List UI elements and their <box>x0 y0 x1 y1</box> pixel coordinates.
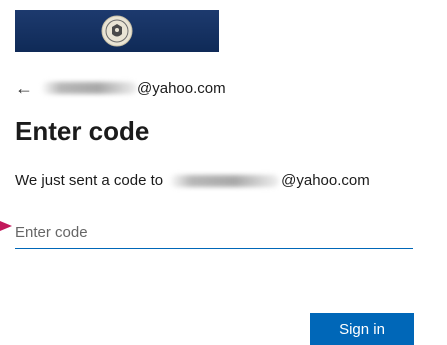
identity-row: ← @yahoo.com <box>15 76 415 100</box>
code-sent-prefix: We just sent a code to <box>15 172 164 189</box>
pointer-arrow-icon <box>0 221 12 231</box>
page-title: Enter code <box>15 116 150 146</box>
code-input[interactable] <box>15 216 413 249</box>
code-sent-message: We just sent a code to @yahoo.com <box>15 172 370 189</box>
back-arrow-icon[interactable]: ← <box>15 79 33 97</box>
university-seal-icon <box>101 15 133 47</box>
redacted-email-local-part <box>169 174 280 187</box>
redacted-email-local-part <box>41 82 137 94</box>
sign-in-button[interactable]: Sign in <box>310 313 414 345</box>
email-domain: @yahoo.com <box>137 79 226 97</box>
code-sent-domain: @yahoo.com <box>281 172 370 189</box>
organization-banner <box>15 10 219 52</box>
